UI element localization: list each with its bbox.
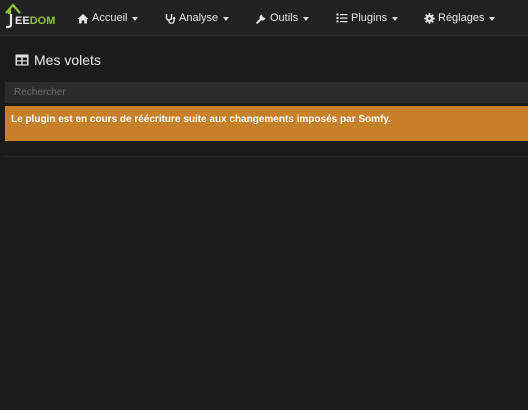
wrench-icon [256,14,266,24]
stethoscope-icon [165,13,176,24]
warning-alert: Le plugin est en cours de réécriture sui… [5,106,528,141]
page-title: Mes volets [15,51,101,69]
nav-reglages-label: Réglages [438,12,485,24]
top-navbar: EEDOM Accueil Analyse Outils Plugins Rég… [0,0,528,36]
chevron-down-icon [392,16,399,21]
gear-icon [424,12,435,24]
chevron-down-icon [489,16,496,21]
list-icon [336,13,348,23]
nav-outils-label: Outils [270,12,299,24]
table-icon [15,54,29,66]
page-title-text: Mes volets [34,52,101,68]
home-icon [77,13,89,23]
divider [5,156,528,157]
nav-reglages[interactable]: Réglages [424,0,496,36]
nav-analyse[interactable]: Analyse [165,0,230,36]
nav-accueil[interactable]: Accueil [77,0,139,36]
alert-message: Le plugin est en cours de réécriture sui… [11,114,391,125]
logo-text: EEDOM [15,15,56,27]
nav-outils[interactable]: Outils [256,0,310,36]
chevron-down-icon [132,16,139,21]
chevron-down-icon [303,16,310,21]
jeedom-logo[interactable]: EEDOM [4,2,64,32]
nav-plugins[interactable]: Plugins [336,0,399,36]
chevron-down-icon [223,16,230,21]
nav-plugins-label: Plugins [351,12,388,24]
nav-analyse-label: Analyse [179,12,219,24]
search-input[interactable] [5,82,528,103]
nav-accueil-label: Accueil [92,12,128,24]
